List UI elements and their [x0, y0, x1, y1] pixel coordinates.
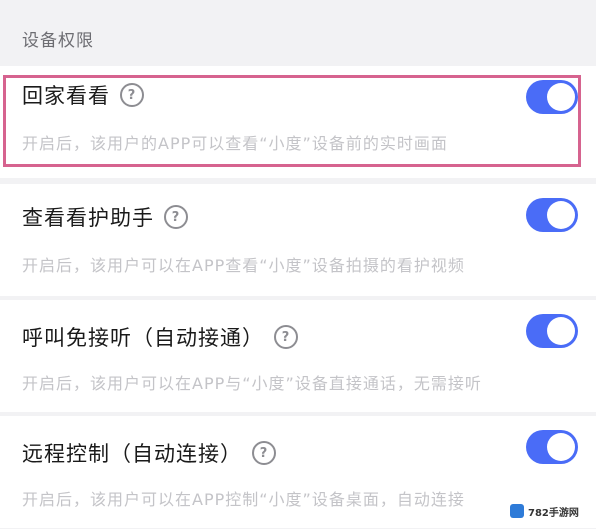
permission-description: 开启后，该用户可以在APP与“小度”设备直接通话，无需接听 [22, 374, 482, 393]
toggle-switch[interactable] [526, 314, 578, 348]
permission-title: 查看看护助手 [22, 206, 154, 230]
toggle-switch[interactable] [526, 430, 578, 464]
help-icon[interactable]: ? [252, 441, 276, 465]
permission-row-care-assistant: 查看看护助手 ? 开启后，该用户可以在APP查看“小度”设备拍摄的看护视频 [0, 184, 596, 296]
permission-title: 回家看看 [22, 84, 110, 108]
watermark: 782手游网 [506, 499, 590, 523]
toggle-knob [547, 201, 575, 229]
toggle-switch[interactable] [526, 198, 578, 232]
permission-description: 开启后，该用户的APP可以查看“小度”设备前的实时画面 [22, 134, 448, 153]
watermark-logo-icon [510, 504, 524, 518]
permission-row-home-view: 回家看看 ? 开启后，该用户的APP可以查看“小度”设备前的实时画面 [0, 66, 596, 178]
help-icon[interactable]: ? [274, 325, 298, 349]
permission-description: 开启后，该用户可以在APP查看“小度”设备拍摄的看护视频 [22, 256, 465, 275]
permission-title: 远程控制（自动连接） [22, 442, 242, 466]
permission-title: 呼叫免接听（自动接通） [22, 326, 264, 350]
permission-description: 开启后，该用户可以在APP控制“小度”设备桌面，自动连接 [22, 490, 465, 509]
watermark-text: 782手游网 [528, 507, 579, 519]
help-icon[interactable]: ? [164, 205, 188, 229]
toggle-knob [547, 83, 575, 111]
toggle-knob [547, 433, 575, 461]
toggle-knob [547, 317, 575, 345]
section-title: 设备权限 [22, 31, 94, 51]
help-icon[interactable]: ? [120, 83, 144, 107]
toggle-switch[interactable] [526, 80, 578, 114]
permission-row-auto-answer: 呼叫免接听（自动接通） ? 开启后，该用户可以在APP与“小度”设备直接通话，无… [0, 300, 596, 412]
